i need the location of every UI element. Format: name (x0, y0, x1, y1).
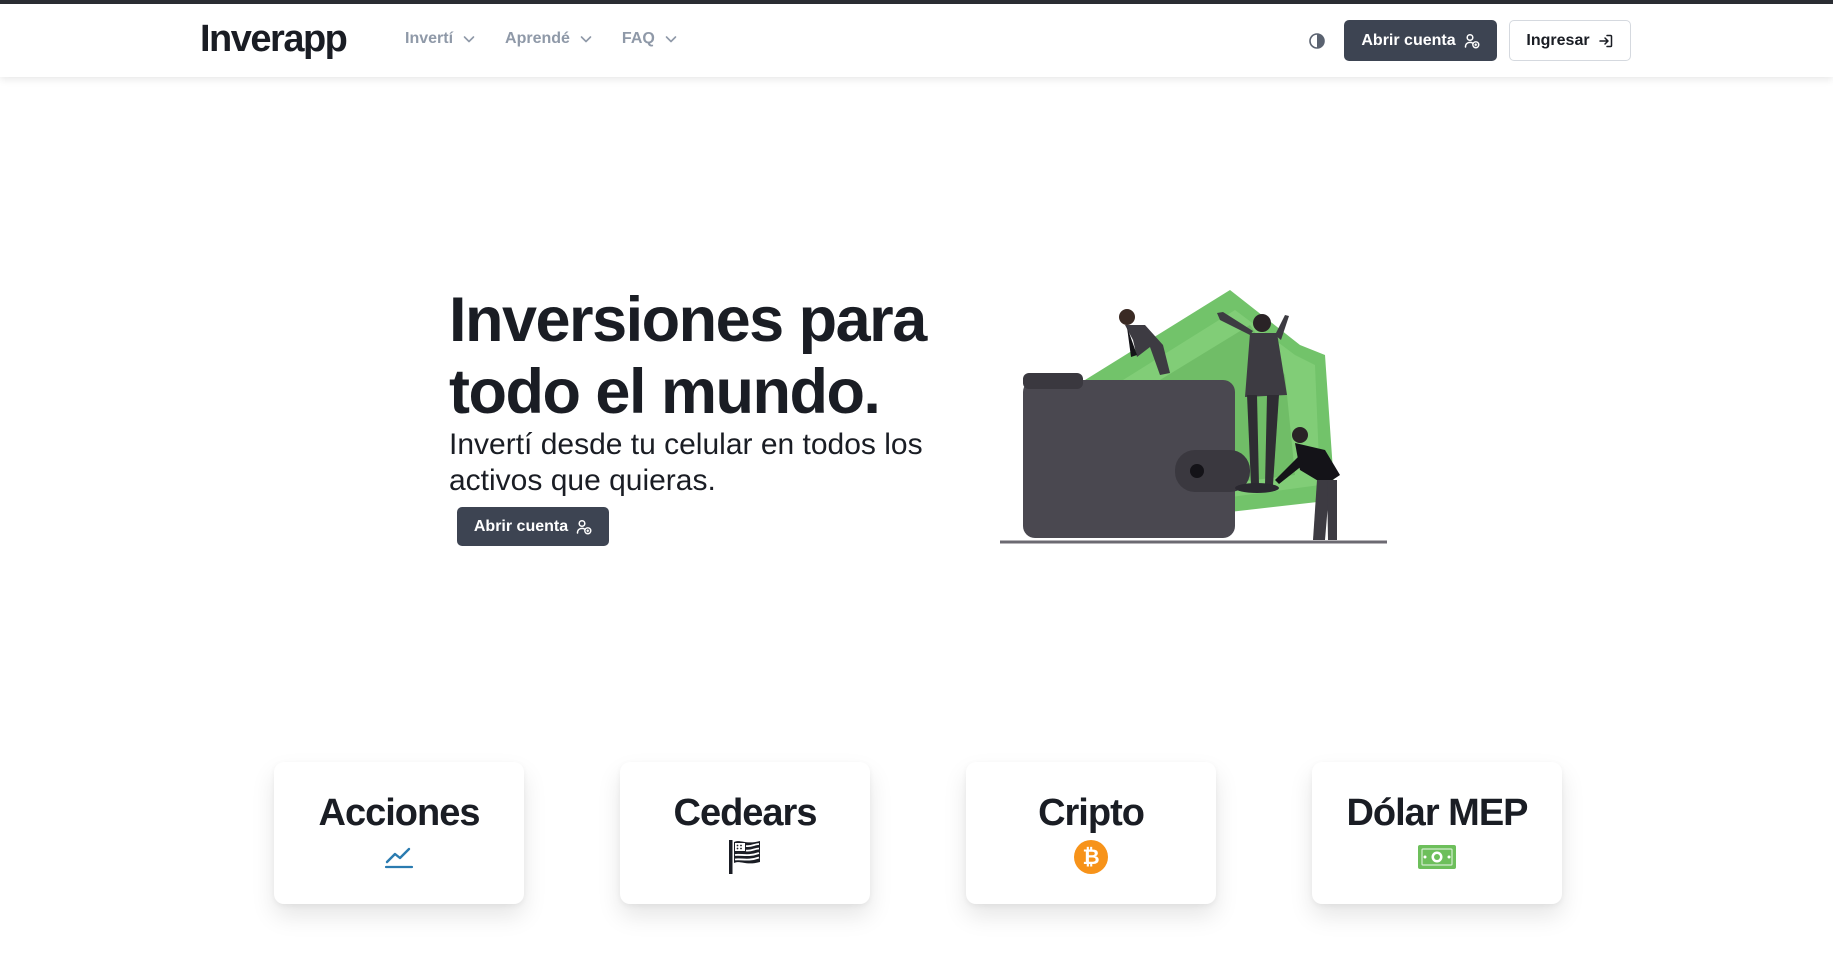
nav-item-label: Aprendé (505, 30, 570, 47)
open-account-button[interactable]: Abrir cuenta (1344, 20, 1497, 61)
chevron-down-icon (580, 36, 592, 43)
login-button[interactable]: Ingresar (1509, 20, 1631, 61)
banknote-icon (1418, 845, 1456, 869)
navbar: Inverapp Invertí Aprendé FAQ Abrir cuent… (0, 4, 1833, 77)
hero-cta-label: Abrir cuenta (473, 517, 569, 535)
card-cedears[interactable]: Cedears (620, 762, 870, 904)
user-add-icon (576, 519, 592, 535)
nav-item-faq[interactable]: FAQ (622, 30, 679, 48)
card-title: Acciones (318, 792, 481, 834)
nav-item-aprende[interactable]: Aprendé (505, 30, 594, 48)
login-label: Ingresar (1526, 31, 1590, 49)
card-acciones[interactable]: Acciones (274, 762, 524, 904)
chevron-down-icon (463, 36, 475, 43)
brand-logo[interactable]: Inverapp (200, 18, 348, 61)
chevron-down-icon (665, 36, 677, 43)
main-nav: Invertí Aprendé FAQ (405, 30, 707, 48)
contrast-icon[interactable] (1306, 30, 1328, 52)
card-title: Dólar MEP (1346, 792, 1528, 834)
hero-subtitle: Invertí desde tu celular en todos los ac… (449, 427, 969, 499)
line-chart-icon (384, 847, 414, 869)
hero-title-line2: todo el mundo. (449, 357, 881, 427)
nav-item-label: FAQ (621, 30, 655, 47)
hero-title: Inversiones para todo el mundo. (449, 284, 969, 428)
card-dolar-mep[interactable]: Dólar MEP (1312, 762, 1562, 904)
svg-text:₿: ₿ (1082, 845, 1099, 869)
nav-item-inverti[interactable]: Invertí (405, 30, 477, 48)
hero-title-line1: Inversiones para (449, 285, 927, 355)
card-title: Cripto (1038, 792, 1145, 834)
user-add-icon (1464, 33, 1480, 49)
nav-item-label: Invertí (405, 30, 454, 47)
hero-subtitle-line1: Invertí desde tu celular en todos los (449, 428, 923, 461)
bitcoin-icon: ₿ (1074, 840, 1108, 874)
wallet-with-money-people-illustration (1000, 290, 1387, 544)
hero-open-account-button[interactable]: Abrir cuenta (457, 507, 609, 546)
hero-subtitle-line2: activos que quieras. (449, 464, 716, 497)
card-cripto[interactable]: Cripto ₿ (966, 762, 1216, 904)
us-flag-icon (729, 840, 760, 874)
login-icon (1598, 34, 1612, 47)
open-account-label: Abrir cuenta (1361, 31, 1456, 49)
card-title: Cedears (673, 792, 818, 834)
